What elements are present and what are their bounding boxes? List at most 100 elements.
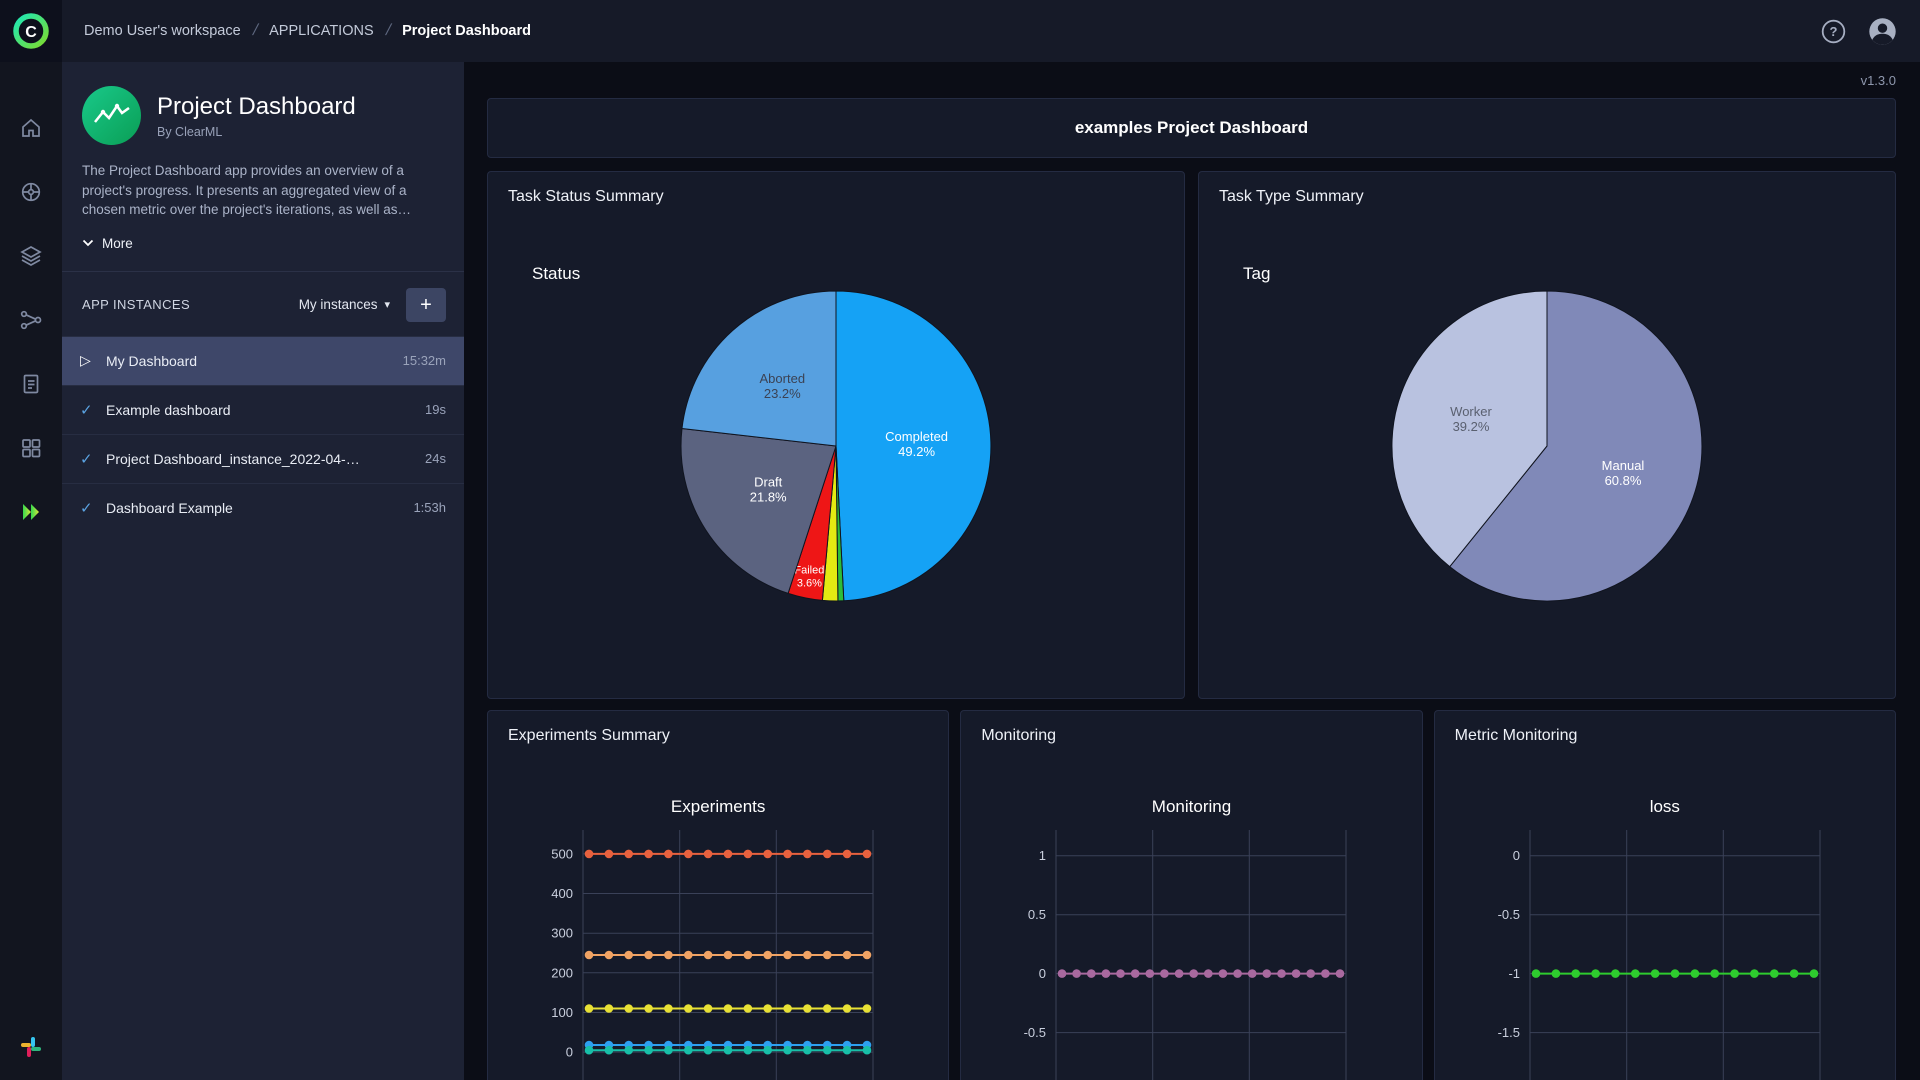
chart-title: Status xyxy=(532,264,581,283)
sidebar-item-applications[interactable] xyxy=(0,480,62,544)
dashboard-banner-title: examples Project Dashboard xyxy=(1074,118,1309,137)
svg-text:-0.5: -0.5 xyxy=(1497,907,1519,922)
instance-row[interactable]: ✓ Project Dashboard_instance_2022-04-… 2… xyxy=(62,433,464,483)
panel-title: Metric Monitoring xyxy=(1454,727,1578,744)
sidebar-item-workers-queues[interactable] xyxy=(0,416,62,480)
tag-pie-chart[interactable]: Manual 60.8% Worker 39.2% xyxy=(1357,256,1737,641)
pipelines-icon xyxy=(20,310,42,330)
svg-text:1: 1 xyxy=(1039,848,1046,863)
svg-text:Aborted23.2%: Aborted 23.2% xyxy=(760,371,806,401)
app-description: The Project Dashboard app provides an ov… xyxy=(82,163,411,218)
add-instance-button[interactable]: + xyxy=(406,287,446,322)
chart-title: Experiments xyxy=(670,797,766,816)
instances-header-label: APP INSTANCES xyxy=(82,297,191,313)
instance-list: ▷ My Dashboard 15:32m ✓ Example dashboar… xyxy=(62,335,464,532)
instances-filter-label: My instances xyxy=(298,297,378,313)
monitoring-line-chart[interactable]: 1 0.5 0 -0.5 xyxy=(961,823,1421,1080)
instances-header: APP INSTANCES My instances ▾ + xyxy=(62,272,464,336)
sidebar-item-slack[interactable] xyxy=(0,1020,62,1074)
more-toggle[interactable]: More xyxy=(82,236,133,251)
svg-text:0: 0 xyxy=(566,1045,573,1060)
check-icon: ✓ xyxy=(80,450,93,468)
breadcrumb-separator: / xyxy=(250,22,260,39)
instance-name: Project Dashboard_instance_2022-04-… xyxy=(106,450,360,467)
svg-text:C: C xyxy=(25,24,37,41)
panel-experiments-summary: Experiments Summary Experiments 0 100 200 3… xyxy=(487,710,950,1080)
svg-text:0: 0 xyxy=(1513,848,1520,863)
experiments-line-chart[interactable]: 0 100 200 300 400 500 xyxy=(488,823,948,1080)
dashboard-banner: examples Project Dashboard xyxy=(487,98,1896,158)
sidebar-item-datasets[interactable] xyxy=(0,224,62,288)
svg-text:Failed3.6%: Failed 3.6% xyxy=(794,565,824,590)
check-icon: ✓ xyxy=(80,401,93,419)
svg-text:Draft21.8%: Draft 21.8% xyxy=(750,475,787,505)
panel-title: Monitoring xyxy=(981,727,1057,744)
svg-text:200: 200 xyxy=(551,965,573,980)
datasets-layers-icon xyxy=(20,246,42,266)
breadcrumb: Demo User's workspace / APPLICATIONS / P… xyxy=(84,22,531,40)
instance-time: 19s xyxy=(425,402,446,418)
instance-time: 1:53h xyxy=(413,500,446,516)
panel-title: Task Status Summary xyxy=(508,188,664,205)
sidebar-item-reports[interactable] xyxy=(0,352,62,416)
workers-queues-icon xyxy=(22,439,41,458)
breadcrumb-separator: / xyxy=(383,22,393,39)
svg-text:?: ? xyxy=(1830,24,1838,39)
svg-text:-1: -1 xyxy=(1508,966,1520,981)
chart-title: Monitoring xyxy=(1151,797,1232,816)
more-label: More xyxy=(102,235,133,251)
panel-title: Task Type Summary xyxy=(1219,188,1364,205)
breadcrumb-applications[interactable]: APPLICATIONS xyxy=(269,23,373,39)
slack-icon xyxy=(21,1037,41,1057)
loss-line-chart[interactable]: 0 -0.5 -1 -1.5 xyxy=(1435,823,1895,1080)
instance-row[interactable]: ✓ Dashboard Example 1:53h xyxy=(62,482,464,532)
check-icon: ✓ xyxy=(80,499,93,517)
svg-text:0: 0 xyxy=(1039,966,1046,981)
status-pie-chart[interactable]: Completed 49.2% Failed 3.6% Draft 21.8% Aborte… xyxy=(646,256,1026,641)
chevron-down-icon xyxy=(82,240,94,247)
panel-monitoring: Monitoring Monitoring 1 0.5 0 -0.5 xyxy=(960,710,1423,1080)
svg-text:0.5: 0.5 xyxy=(1028,907,1046,922)
svg-text:Worker39.2%: Worker 39.2% xyxy=(1450,404,1492,434)
breadcrumb-workspace[interactable]: Demo User's workspace xyxy=(84,23,241,39)
dashboard-main: v1.3.0 examples Project Dashboard Task S… xyxy=(464,62,1920,1080)
svg-text:Manual60.8%: Manual 60.8% xyxy=(1602,458,1645,488)
caret-down-icon: ▾ xyxy=(384,299,390,312)
panel-task-status-summary: Task Status Summary Status Completed 49.2… xyxy=(487,171,1185,699)
avatar-icon xyxy=(1869,17,1896,45)
app-version: v1.3.0 xyxy=(1860,72,1896,88)
app-card: Project Dashboard By ClearML The Project… xyxy=(62,62,464,272)
clearml-logo-icon: C xyxy=(13,13,49,49)
panel-title: Experiments Summary xyxy=(508,727,670,744)
reports-icon xyxy=(23,374,39,394)
help-icon: ? xyxy=(1821,19,1846,43)
instance-time: 24s xyxy=(425,451,446,467)
svg-text:400: 400 xyxy=(551,886,573,901)
instance-row[interactable]: ▷ My Dashboard 15:32m xyxy=(62,335,464,385)
home-icon xyxy=(22,118,40,137)
app-panel: Project Dashboard By ClearML The Project… xyxy=(62,62,464,1080)
svg-text:100: 100 xyxy=(551,1005,573,1020)
svg-text:500: 500 xyxy=(551,846,573,861)
projects-icon xyxy=(21,182,41,202)
instance-name: Dashboard Example xyxy=(106,499,233,516)
instance-row[interactable]: ✓ Example dashboard 19s xyxy=(62,384,464,434)
sidebar-item-projects[interactable] xyxy=(0,160,62,224)
instance-name: Example dashboard xyxy=(106,401,231,418)
play-icon: ▷ xyxy=(80,352,91,369)
instance-name: My Dashboard xyxy=(106,352,198,369)
sidebar-item-pipelines[interactable] xyxy=(0,288,62,352)
sidebar-item-dashboard[interactable] xyxy=(0,96,62,160)
project-dashboard-app-icon xyxy=(82,86,141,145)
app-byline: By ClearML xyxy=(157,124,223,139)
instance-time: 15:32m xyxy=(402,353,446,369)
chart-title: loss xyxy=(1649,797,1680,816)
help-button[interactable]: ? xyxy=(1820,18,1847,45)
svg-text:300: 300 xyxy=(551,926,573,941)
applications-icon xyxy=(23,504,39,520)
instances-filter-dropdown[interactable]: My instances ▾ xyxy=(299,297,390,312)
user-menu-button[interactable] xyxy=(1867,16,1898,47)
panel-task-type-summary: Task Type Summary Tag Manual 60.8% Worker 3… xyxy=(1198,171,1896,699)
clearml-logo[interactable]: C xyxy=(0,0,62,62)
icon-rail xyxy=(0,62,62,1080)
